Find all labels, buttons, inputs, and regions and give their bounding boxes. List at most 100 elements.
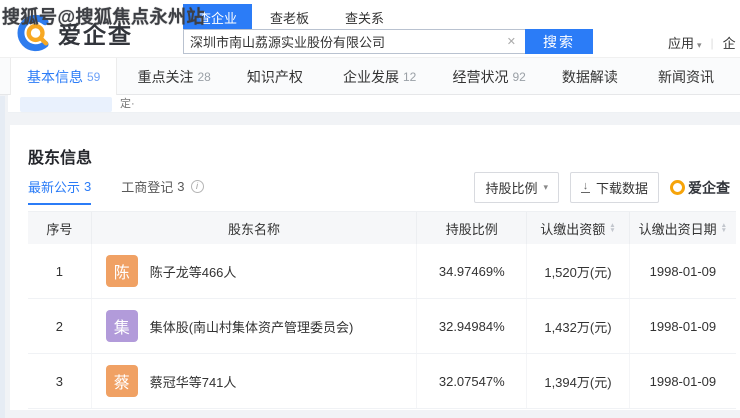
caret-down-icon: ▾ (697, 40, 702, 50)
shareholder-name-link[interactable]: 集体股(南山村集体资产管理委员会) (150, 317, 354, 336)
nav-tab-company-development[interactable]: 企业发展 12 (327, 58, 432, 95)
tab-search-relation[interactable]: 查关系 (327, 4, 402, 32)
tab-latest-announcement[interactable]: 最新公示 3 (28, 177, 91, 205)
download-label: 下载数据 (596, 178, 648, 197)
sohu-watermark-text: 搜狐号@搜狐焦点永州站 (2, 3, 205, 29)
tab-label: 最新公示 (28, 177, 80, 196)
tab-business-registration[interactable]: 工商登记 3 i (121, 177, 203, 205)
nav-tab-news[interactable]: 新闻资讯 (642, 58, 734, 95)
shareholder-tabs: 最新公示 3 工商登记 3 i (28, 177, 204, 205)
aiqicha-ring-icon (670, 180, 685, 195)
download-icon: ↓ (581, 182, 590, 193)
nav-count: 12 (403, 70, 416, 84)
download-bar (581, 192, 590, 193)
nav-tab-data-interpretation[interactable]: 数据解读 (546, 58, 638, 95)
apps-menu-label: 应用 (668, 36, 694, 51)
holding-ratio: 32.94984% (417, 299, 527, 353)
subscribed-date: 1998-01-09 (630, 244, 736, 298)
nav-label: 基本信息 (27, 67, 83, 87)
caret-down-icon: ▾ (543, 182, 548, 193)
holding-ratio-filter-button[interactable]: 持股比例 ▾ (474, 172, 559, 203)
col-label: 认缴出资日期 (639, 219, 717, 238)
fragment-text: 定· (120, 95, 135, 111)
column-header-amount: 认缴出资额 ▲ ▼ (527, 212, 630, 244)
column-header-name: 股东名称 (92, 212, 418, 244)
nav-label: 经营状况 (452, 67, 508, 87)
scrolled-content-fragment: 定· (8, 95, 740, 113)
shareholders-table: 序号 股东名称 持股比例 认缴出资额 ▲ ▼ 认缴出资日期 (28, 211, 736, 409)
company-nav-bar: 基本信息 59 重点关注 28 知识产权 企业发展 12 经营状况 92 数据解… (0, 57, 740, 95)
search-scope-tabs: 查企业 查老板 查关系 (183, 4, 402, 32)
aiqicha-watermark: 爱企查 (670, 178, 730, 198)
fragment-highlight (20, 97, 112, 112)
subscribed-amount: 1,520万(元) (527, 244, 630, 298)
shareholder-name-cell: 蔡 蔡冠华等741人 (92, 354, 418, 408)
window-left-edge (0, 96, 5, 418)
nav-label: 数据解读 (562, 67, 618, 87)
nav-count: 59 (87, 70, 100, 84)
tab-count: 3 (177, 179, 184, 194)
column-header-date: 认缴出资日期 ▲ ▼ (630, 212, 736, 244)
info-icon[interactable]: i (191, 180, 204, 193)
subscribed-amount: 1,432万(元) (527, 299, 630, 353)
nav-label: 新闻资讯 (658, 67, 714, 87)
shareholder-name-cell: 集 集体股(南山村集体资产管理委员会) (92, 299, 418, 353)
filter-label: 持股比例 (485, 178, 537, 197)
table-controls: 持股比例 ▾ ↓ 下载数据 爱企查 (474, 172, 730, 203)
tab-label: 工商登记 (121, 177, 173, 196)
search-input[interactable] (184, 34, 503, 49)
nav-tab-intellectual-property[interactable]: 知识产权 (231, 58, 323, 95)
shareholder-avatar: 陈 (106, 255, 138, 287)
tab-search-boss[interactable]: 查老板 (252, 4, 327, 32)
col-label: 序号 (46, 219, 72, 238)
sort-icon[interactable]: ▲ ▼ (609, 223, 615, 233)
download-arrow: ↓ (583, 182, 589, 191)
nav-label: 企业发展 (343, 67, 399, 87)
aiqicha-watermark-text: 爱企查 (688, 178, 730, 198)
subscribed-date: 1998-01-09 (630, 354, 736, 408)
holding-ratio: 32.07547% (417, 354, 527, 408)
search-bar: ✕ 搜索 (183, 29, 593, 54)
shareholder-avatar: 集 (106, 310, 138, 342)
col-label: 股东名称 (228, 219, 280, 238)
table-row: 2 集 集体股(南山村集体资产管理委员会) 32.94984% 1,432万(元… (28, 299, 736, 354)
nav-label: 重点关注 (137, 67, 193, 87)
download-data-button[interactable]: ↓ 下载数据 (570, 172, 659, 203)
shareholder-avatar: 蔡 (106, 365, 138, 397)
shareholder-name-link[interactable]: 蔡冠华等741人 (150, 372, 237, 391)
nav-count: 92 (512, 70, 525, 84)
search-button[interactable]: 搜索 (525, 29, 593, 54)
truncated-menu-item[interactable]: 企 (723, 33, 736, 52)
aiqicha-page: 爱企查 查企业 查老板 查关系 ✕ 搜索 应用▾ | 企 搜狐号@搜狐焦点永州站 (0, 0, 740, 418)
menu-divider: | (711, 36, 714, 50)
shareholder-name-cell: 陈 陈子龙等466人 (92, 244, 418, 298)
sort-down-icon: ▼ (721, 228, 727, 233)
row-index: 3 (28, 354, 92, 408)
clear-search-icon[interactable]: ✕ (507, 35, 516, 48)
column-header-no: 序号 (28, 212, 92, 244)
nav-tab-basic-info[interactable]: 基本信息 59 (10, 58, 117, 95)
row-index: 2 (28, 299, 92, 353)
nav-tab-key-focus[interactable]: 重点关注 28 (121, 58, 226, 95)
nav-count: 28 (197, 70, 210, 84)
holding-ratio: 34.97469% (417, 244, 527, 298)
col-label: 持股比例 (446, 219, 498, 238)
shareholder-name-link[interactable]: 陈子龙等466人 (150, 262, 237, 281)
table-row: 3 蔡 蔡冠华等741人 32.07547% 1,394万(元) 1998-01… (28, 354, 736, 409)
section-title: 股东信息 (28, 144, 92, 168)
subscribed-date: 1998-01-09 (630, 299, 736, 353)
search-box: ✕ (183, 29, 525, 54)
nav-label: 知识产权 (247, 67, 303, 87)
column-header-ratio: 持股比例 (417, 212, 527, 244)
shareholders-card: 股东信息 最新公示 3 工商登记 3 i 持股比例 ▾ ↓ 下 (10, 125, 740, 410)
nav-tab-operating-status[interactable]: 经营状况 92 (436, 58, 541, 95)
table-header-row: 序号 股东名称 持股比例 认缴出资额 ▲ ▼ 认缴出资日期 (28, 211, 736, 244)
apps-menu[interactable]: 应用▾ (668, 33, 702, 52)
subscribed-amount: 1,394万(元) (527, 354, 630, 408)
nav-items: 基本信息 59 重点关注 28 知识产权 企业发展 12 经营状况 92 数据解… (0, 58, 740, 95)
sort-down-icon: ▼ (609, 228, 615, 233)
row-index: 1 (28, 244, 92, 298)
sort-icon[interactable]: ▲ ▼ (721, 223, 727, 233)
header-right-menu: 应用▾ | 企 (668, 33, 740, 52)
tab-count: 3 (84, 179, 91, 194)
